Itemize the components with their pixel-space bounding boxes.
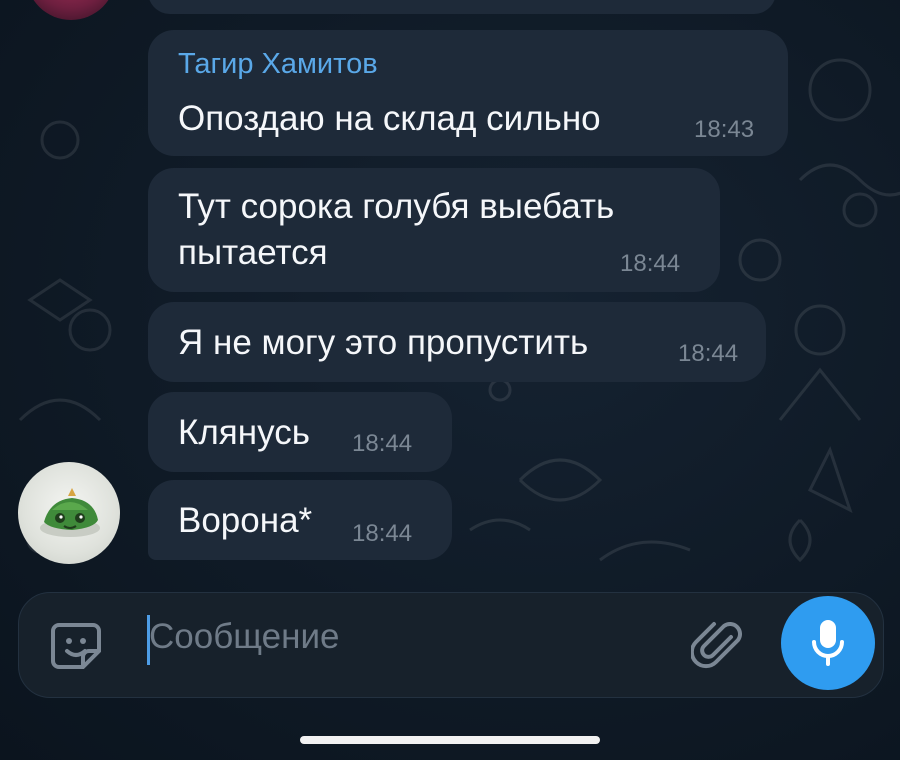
message-time: 18:44 (352, 520, 413, 547)
message-bubble[interactable]: Тагир Хамитов Опоздаю на склад сильно 18… (148, 30, 788, 156)
message-bubble[interactable]: Тут сорока голубя выебать пытается 18:44 (148, 168, 720, 292)
microphone-icon (812, 620, 844, 666)
message-text: Ворона* (178, 501, 313, 540)
sender-name[interactable]: Тагир Хамитов (178, 48, 378, 81)
message-text: Я не могу это пропустить (178, 323, 589, 362)
message-bubble[interactable]: Ворона* 18:44 (148, 480, 452, 560)
message-time: 18:44 (352, 430, 413, 457)
message-text-line-1: Тут сорока голубя выебать (178, 187, 615, 226)
message-text-line-2: пытается (178, 233, 328, 272)
message-time: 18:44 (620, 250, 681, 277)
previous-message-bubble[interactable] (148, 0, 776, 14)
sticker-smile-icon[interactable] (49, 617, 107, 675)
sender-avatar[interactable] (18, 462, 120, 564)
message-text: Клянусь (178, 413, 310, 452)
chat-screen: Тагир Хамитов Опоздаю на склад сильно 18… (0, 0, 900, 760)
message-time: 18:43 (694, 116, 755, 143)
message-text: Опоздаю на склад сильно (178, 99, 601, 138)
message-input[interactable]: Сообщение (149, 617, 339, 657)
frog-figure-image (40, 488, 100, 537)
message-bubble[interactable]: Я не могу это пропустить 18:44 (148, 302, 766, 382)
message-composer: Сообщение (18, 592, 884, 698)
paperclip-icon[interactable] (691, 617, 749, 675)
message-bubble[interactable]: Клянусь 18:44 (148, 392, 452, 472)
microphone-button[interactable] (781, 596, 875, 690)
message-time: 18:44 (678, 340, 739, 367)
home-indicator[interactable] (300, 736, 600, 744)
